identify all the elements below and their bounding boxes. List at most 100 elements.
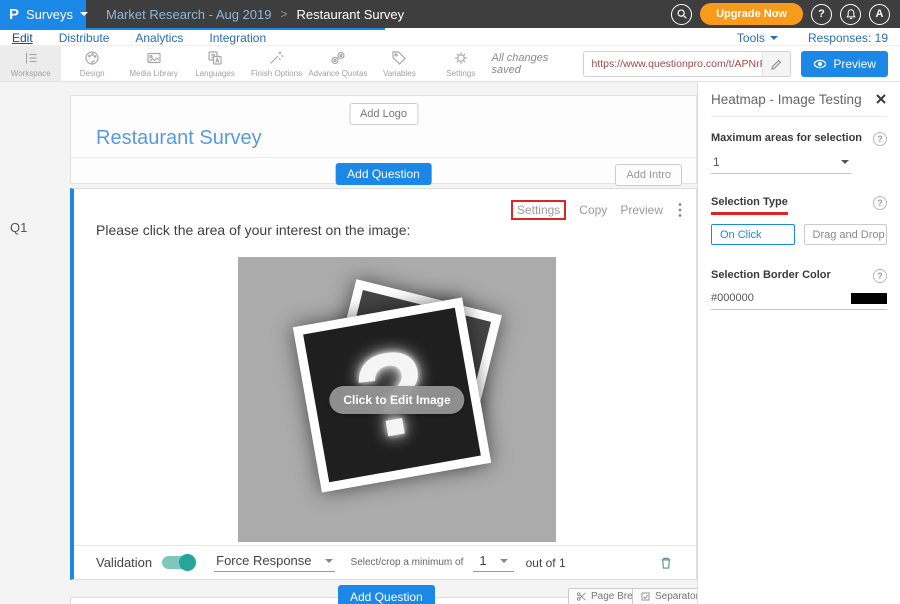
- chevron-down-icon: [80, 12, 88, 16]
- panel-close-button[interactable]: [875, 93, 887, 105]
- validation-type-value: Force Response: [216, 553, 311, 568]
- toolbar-item-languages[interactable]: Languages: [184, 46, 245, 81]
- tools-label: Tools: [737, 31, 765, 45]
- min-value: 1: [479, 553, 486, 568]
- survey-header-card: Add Logo Restaurant Survey Add Question …: [70, 95, 697, 184]
- preview-label: Preview: [833, 57, 876, 71]
- toolbar-item-design[interactable]: Design: [61, 46, 122, 81]
- upgrade-now-button[interactable]: Upgrade Now: [700, 3, 803, 25]
- toolbar-item-media-library[interactable]: Media Library: [123, 46, 184, 81]
- breadcrumb: Market Research - Aug 2019 > Restaurant …: [106, 7, 404, 22]
- nav-right: Tools Responses: 19: [737, 31, 888, 45]
- toolbar-item-variables[interactable]: Variables: [369, 46, 430, 81]
- toggle-knob: [179, 554, 196, 571]
- add-question-button-top[interactable]: Add Question: [335, 163, 432, 185]
- tab-distribute[interactable]: Distribute: [59, 31, 110, 45]
- survey-url-box: https://www.questionpro.com/t/APNrFZ: [583, 51, 792, 77]
- notifications-button[interactable]: [840, 4, 861, 25]
- responses-count[interactable]: Responses: 19: [808, 31, 888, 45]
- image-icon: [145, 49, 163, 67]
- toolbar-item-workspace[interactable]: Workspace: [0, 46, 61, 81]
- eye-icon: [813, 59, 827, 69]
- panel-header: Heatmap - Image Testing: [711, 82, 887, 117]
- border-color-label: Selection Border Color: [711, 269, 831, 281]
- selection-type-field: Selection Type ?: [711, 196, 887, 215]
- question-more-menu[interactable]: [676, 202, 684, 218]
- add-logo-button[interactable]: Add Logo: [349, 103, 418, 125]
- search-button[interactable]: [671, 4, 692, 25]
- preview-button[interactable]: Preview: [801, 51, 888, 77]
- toolbar-item-label: Advance Quotas: [308, 69, 367, 78]
- kebab-menu-icon: [678, 202, 682, 218]
- divider: [71, 157, 696, 158]
- selection-type-options: On Click Drag and Drop: [711, 224, 887, 245]
- toolbar-item-label: Settings: [446, 69, 475, 78]
- breadcrumb-parent[interactable]: Market Research - Aug 2019: [106, 7, 271, 22]
- color-swatch: [851, 293, 887, 304]
- add-intro-button[interactable]: Add Intro: [615, 164, 682, 186]
- toolbar-item-settings[interactable]: Settings: [430, 46, 491, 81]
- chevron-down-icon: [770, 36, 778, 40]
- autosave-status: All changes saved: [492, 52, 573, 76]
- survey-url[interactable]: https://www.questionpro.com/t/APNrFZ: [584, 58, 763, 70]
- option-on-click[interactable]: On Click: [711, 224, 795, 245]
- tab-integration[interactable]: Integration: [209, 31, 266, 45]
- account-avatar[interactable]: A: [869, 4, 890, 25]
- topbar-actions: Upgrade Now ? A: [671, 3, 900, 25]
- click-to-edit-image-button[interactable]: Click to Edit Image: [329, 386, 464, 414]
- gear-icon: [452, 49, 470, 67]
- separator-icon: [640, 591, 651, 602]
- edit-url-button[interactable]: [762, 52, 790, 76]
- workspace-icon: [22, 49, 40, 67]
- question-text[interactable]: Please click the area of your interest o…: [96, 222, 410, 238]
- toolbar-right: All changes saved https://www.questionpr…: [492, 46, 900, 81]
- tab-edit[interactable]: Edit: [12, 31, 33, 45]
- top-bar: P Surveys Market Research - Aug 2019 > R…: [0, 0, 900, 28]
- separator-label: Separator: [655, 591, 699, 602]
- main-nav: Edit Distribute Analytics Integration To…: [0, 28, 900, 46]
- tag-icon: [390, 49, 408, 67]
- questionpro-logo: P: [9, 6, 19, 23]
- border-color-value: #000000: [711, 292, 754, 304]
- heatmap-image-placeholder[interactable]: ? Click to Edit Image: [238, 257, 556, 542]
- tools-dropdown[interactable]: Tools: [737, 31, 778, 45]
- help-icon[interactable]: ?: [873, 132, 887, 146]
- question-actions: Settings Copy Preview: [511, 200, 684, 220]
- add-question-button-bottom[interactable]: Add Question: [338, 585, 435, 604]
- progress-line: [0, 28, 385, 30]
- question-settings-panel: Heatmap - Image Testing Maximum areas fo…: [697, 82, 900, 604]
- question-preview-button[interactable]: Preview: [620, 203, 663, 217]
- separator-button[interactable]: Separator: [632, 588, 707, 604]
- help-button[interactable]: ?: [811, 4, 832, 25]
- surveys-menu[interactable]: P Surveys: [0, 0, 86, 28]
- max-areas-select[interactable]: 1: [711, 146, 851, 174]
- tab-analytics[interactable]: Analytics: [135, 31, 183, 45]
- toolbar-item-label: Design: [80, 69, 105, 78]
- help-icon[interactable]: ?: [873, 269, 887, 283]
- breadcrumb-current: Restaurant Survey: [297, 7, 405, 22]
- question-settings-button[interactable]: Settings: [511, 200, 566, 220]
- toolbar-item-label: Media Library: [129, 69, 177, 78]
- question-copy-button[interactable]: Copy: [579, 203, 607, 217]
- validation-type-select[interactable]: Force Response: [214, 553, 334, 572]
- editor-toolbar: Workspace Design Media Library Languages…: [0, 46, 900, 82]
- toolbar-item-label: Variables: [383, 69, 416, 78]
- product-label: Surveys: [26, 7, 73, 22]
- survey-title[interactable]: Restaurant Survey: [96, 127, 262, 150]
- border-color-picker[interactable]: #000000: [711, 283, 887, 310]
- question-code: Q1: [10, 220, 27, 235]
- option-drag-and-drop[interactable]: Drag and Drop: [804, 224, 888, 245]
- max-value-label: out of 1: [526, 556, 566, 570]
- toolbar-item-finish-options[interactable]: Finish Options: [246, 46, 307, 81]
- min-value-select[interactable]: 1: [473, 553, 513, 572]
- delete-question-button[interactable]: [658, 555, 674, 571]
- trash-icon: [658, 555, 674, 571]
- selection-type-label: Selection Type: [711, 196, 788, 215]
- help-icon[interactable]: ?: [873, 196, 887, 210]
- palette-icon: [83, 49, 101, 67]
- scissors-icon: [576, 591, 587, 602]
- chevron-down-icon: [500, 559, 508, 563]
- toolbar-item-advance-quotas[interactable]: Advance Quotas: [307, 46, 368, 81]
- bell-icon: [845, 8, 857, 20]
- validation-toggle[interactable]: [162, 556, 194, 569]
